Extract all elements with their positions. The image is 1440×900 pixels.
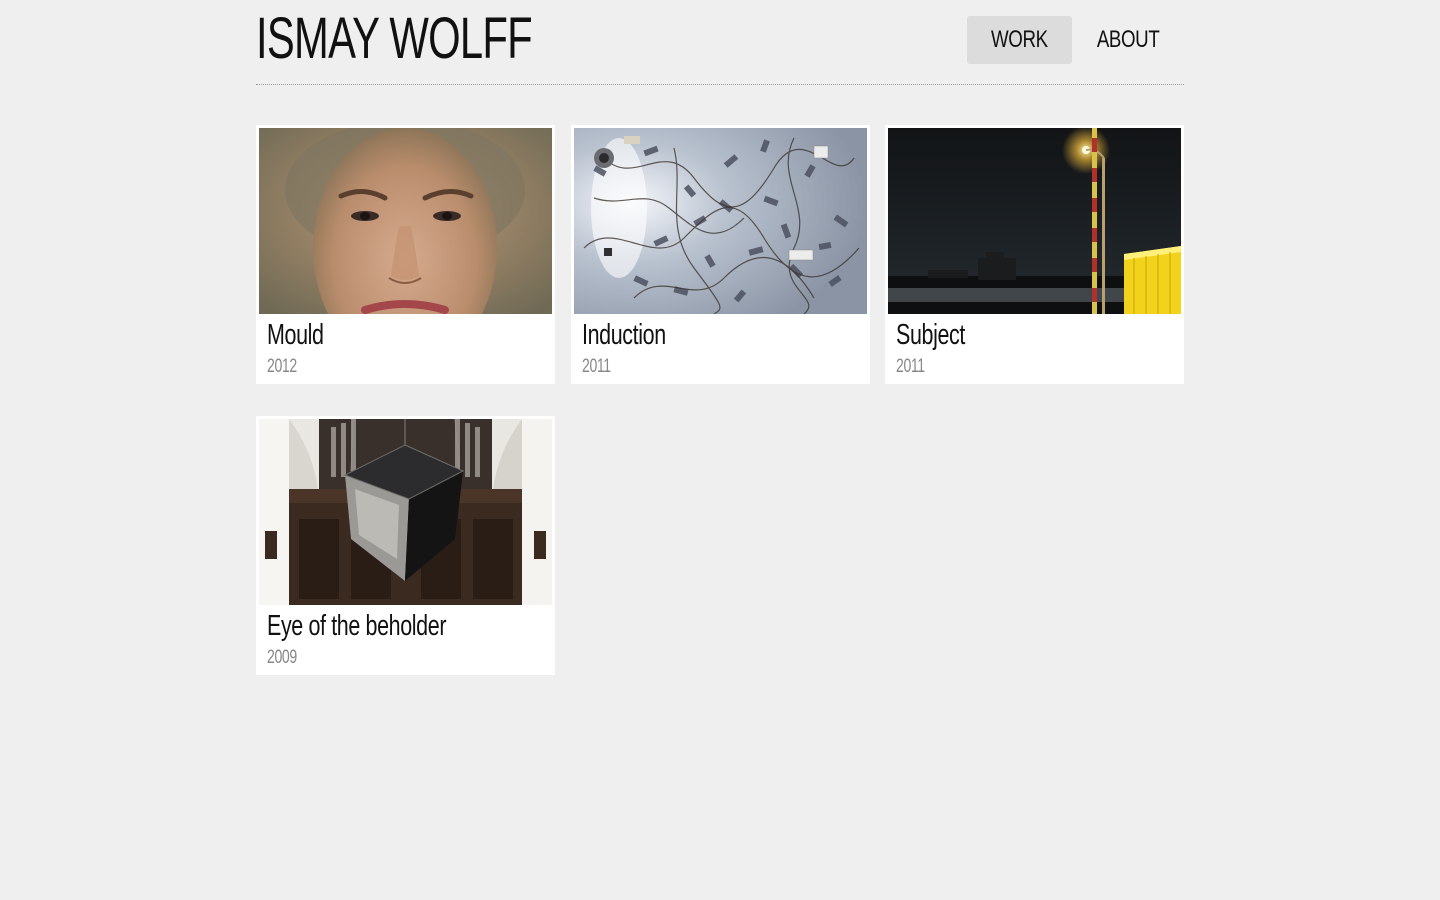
nav-item-about-label: ABOUT	[1096, 26, 1160, 53]
work-card-induction[interactable]: Induction 2011	[571, 125, 870, 384]
nav-item-work-label: WORK	[991, 26, 1048, 53]
work-thumbnail-mould[interactable]	[259, 128, 552, 314]
work-title[interactable]: Subject	[896, 316, 965, 354]
work-title[interactable]: Induction	[582, 316, 666, 354]
night-streetlight-image	[888, 128, 1181, 314]
work-title[interactable]: Mould	[267, 316, 324, 354]
work-year: 2012	[267, 356, 297, 377]
work-thumbnail-subject[interactable]	[888, 128, 1181, 314]
site-header: ISMAY WOLFF WORK ABOUT	[256, 0, 1184, 85]
work-year: 2011	[896, 356, 925, 377]
work-card-mould[interactable]: Mould 2012	[256, 125, 555, 384]
nav-item-work[interactable]: WORK	[967, 16, 1072, 64]
page-container: ISMAY WOLFF WORK ABOUT Mould 2012 Induct…	[256, 0, 1184, 675]
work-thumbnail-eye-of-the-beholder[interactable]	[259, 419, 552, 605]
nav-item-about[interactable]: ABOUT	[1072, 16, 1184, 64]
work-thumbnail-induction[interactable]	[574, 128, 867, 314]
wired-installation-image	[574, 128, 867, 314]
site-title[interactable]: ISMAY WOLFF	[256, 6, 533, 72]
work-title[interactable]: Eye of the beholder	[267, 607, 446, 645]
face-portrait-image	[259, 128, 552, 314]
work-year: 2011	[582, 356, 611, 377]
cube-in-church-image	[259, 419, 552, 605]
main-nav: WORK ABOUT	[967, 16, 1184, 64]
work-card-eye-of-the-beholder[interactable]: Eye of the beholder 2009	[256, 416, 555, 675]
work-year: 2009	[267, 647, 297, 668]
work-card-subject[interactable]: Subject 2011	[885, 125, 1184, 384]
